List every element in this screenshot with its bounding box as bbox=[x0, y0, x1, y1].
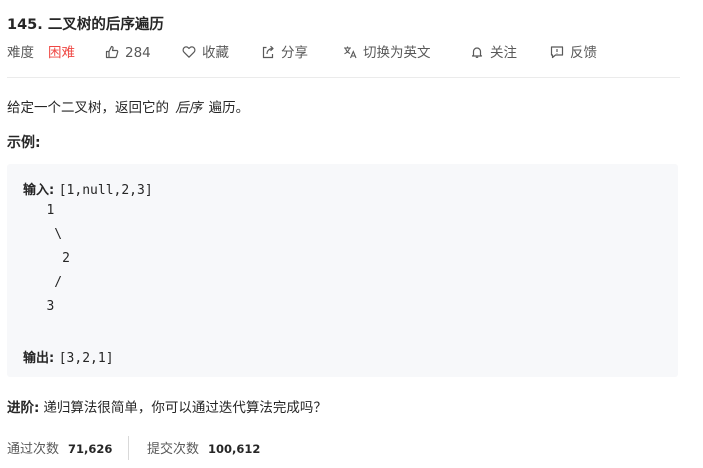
example-heading: 示例: bbox=[7, 135, 41, 151]
output-label: 输出: bbox=[23, 351, 59, 366]
accepted-stat: 通过次数 71,626 bbox=[7, 440, 112, 459]
tree-line: \ bbox=[23, 227, 63, 242]
follow-button[interactable]: 关注 bbox=[470, 44, 517, 62]
feedback-label: 反馈 bbox=[570, 45, 597, 61]
problem-description: 给定一个二叉树，返回它的 后序 遍历。 bbox=[7, 96, 249, 116]
share-icon bbox=[261, 45, 275, 59]
share-label: 分享 bbox=[281, 45, 308, 61]
problem-title: 145. 二叉树的后序遍历 bbox=[7, 17, 164, 33]
submitted-label: 提交次数 bbox=[147, 442, 200, 457]
difficulty-label: 难度 bbox=[7, 45, 34, 61]
share-button[interactable]: 分享 bbox=[261, 44, 308, 62]
feedback-button[interactable]: 反馈 bbox=[550, 44, 597, 62]
example-code-block: 输入: [1,null,2,3] 1 \ 2 / 3 输出: [3,2,1] bbox=[7, 164, 678, 377]
translate-icon bbox=[343, 45, 357, 59]
problem-meta-bar: 难度 困难 284 收藏 分享 切换为英文 关注 反馈 bbox=[7, 44, 697, 62]
submitted-stat: 提交次数 100,612 bbox=[147, 440, 260, 459]
input-value: [1,null,2,3] bbox=[58, 183, 153, 198]
description-emphasis: 后序 bbox=[175, 100, 203, 116]
advanced-label: 进阶: bbox=[7, 400, 40, 416]
feedback-icon bbox=[550, 45, 564, 59]
accepted-label: 通过次数 bbox=[7, 442, 60, 457]
bell-icon bbox=[470, 45, 484, 59]
switch-language-button[interactable]: 切换为英文 bbox=[343, 44, 431, 62]
advanced-text: 递归算法很简单，你可以通过迭代算法完成吗？ bbox=[43, 400, 327, 416]
input-label: 输入: bbox=[23, 183, 59, 198]
like-button[interactable]: 284 bbox=[105, 44, 151, 62]
submitted-count: 100,612 bbox=[208, 442, 261, 456]
description-text-end: 遍历。 bbox=[208, 100, 250, 116]
stats-divider bbox=[128, 436, 129, 460]
follow-label: 关注 bbox=[490, 45, 517, 61]
difficulty-badge: 困难 bbox=[48, 45, 75, 61]
divider bbox=[7, 77, 680, 78]
thumbs-up-icon bbox=[105, 45, 119, 59]
favorite-button[interactable]: 收藏 bbox=[182, 44, 229, 62]
output-value: [3,2,1] bbox=[58, 351, 114, 366]
heart-icon bbox=[182, 45, 196, 59]
example-input-line: 输入: [1,null,2,3] bbox=[23, 179, 153, 198]
accepted-count: 71,626 bbox=[68, 442, 113, 456]
tree-line: 2 bbox=[23, 251, 70, 266]
tree-line: 1 bbox=[23, 203, 55, 218]
switch-language-label: 切换为英文 bbox=[363, 45, 431, 61]
like-count: 284 bbox=[125, 45, 151, 61]
favorite-label: 收藏 bbox=[202, 45, 229, 61]
example-output-line: 输出: [3,2,1] bbox=[23, 347, 114, 366]
advanced-note: 进阶: 递归算法很简单，你可以通过迭代算法完成吗？ bbox=[7, 396, 327, 416]
tree-line: / bbox=[23, 275, 63, 290]
description-text: 给定一个二叉树，返回它的 bbox=[7, 100, 169, 116]
tree-line: 3 bbox=[23, 299, 55, 314]
